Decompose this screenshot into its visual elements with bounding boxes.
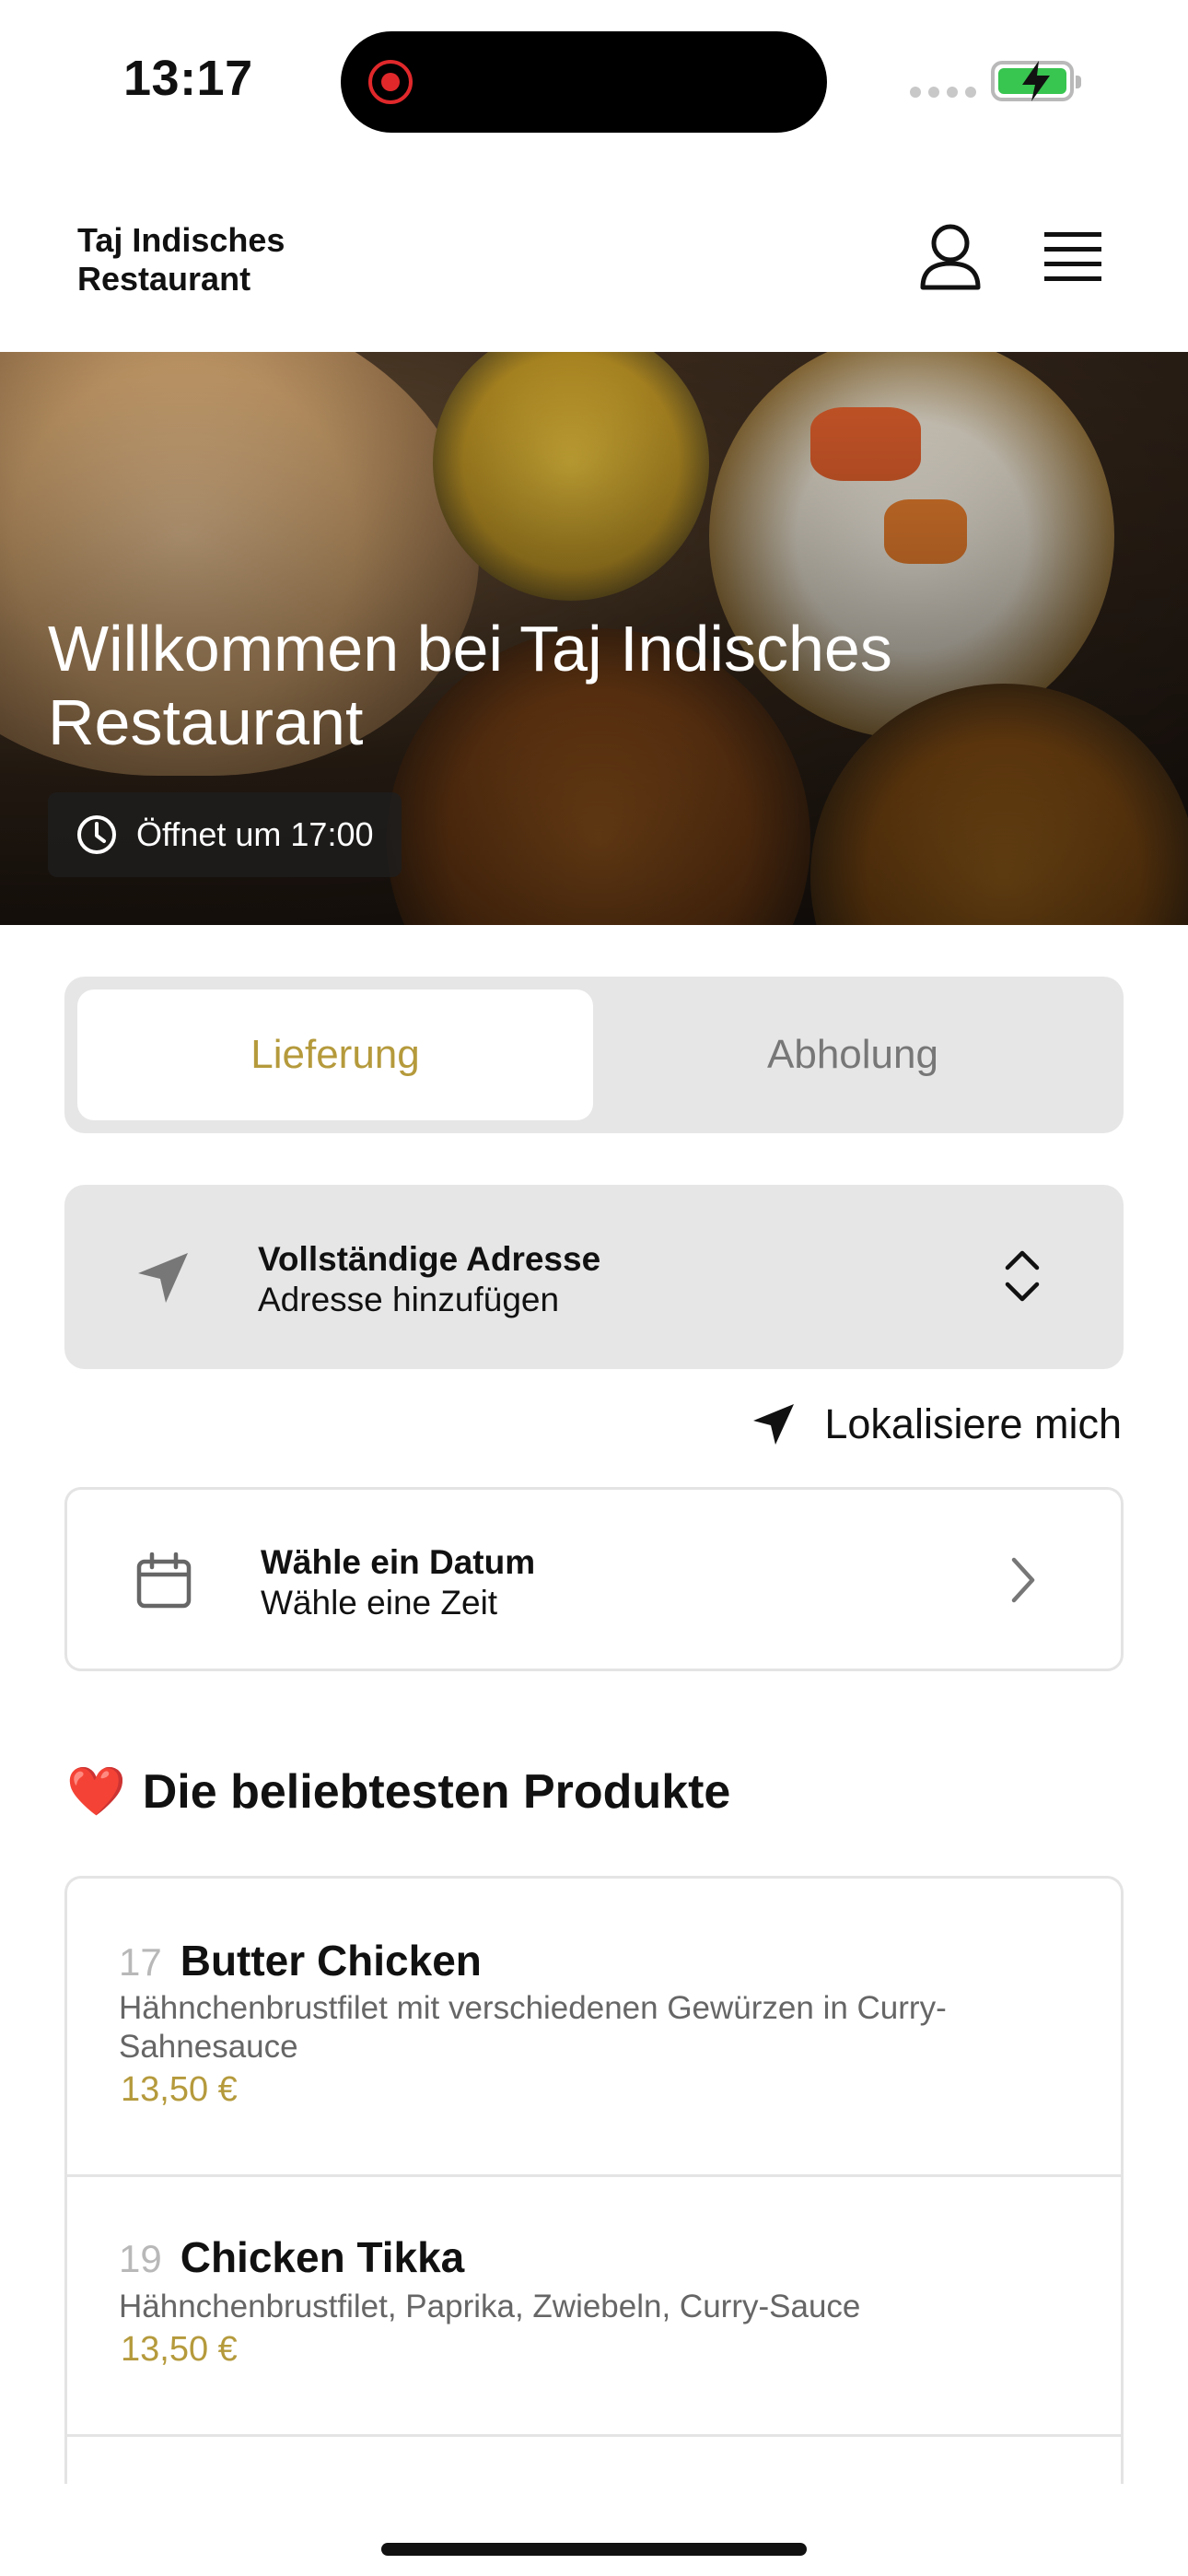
tab-delivery[interactable]: Lieferung (77, 989, 593, 1120)
opening-hours-badge: Öffnet um 17:00 (48, 792, 402, 877)
product-name: Chicken Tikka (180, 2233, 465, 2281)
opening-hours-text: Öffnet um 17:00 (136, 815, 374, 853)
product-price: 13,50 € (121, 2070, 238, 2109)
date-title: Wähle ein Datum (261, 1543, 536, 1581)
hero-banner: Willkommen bei Taj Indisches Restaurant … (0, 352, 1188, 925)
product-description: Hähnchenbrustfilet mit verschiedenen Gew… (119, 1990, 947, 2065)
battery-charging-icon (991, 61, 1081, 101)
time-subtitle: Wähle eine Zeit (261, 1584, 498, 1622)
address-subtitle: Adresse hinzufügen (258, 1281, 560, 1318)
tab-pickup[interactable]: Abholung (595, 989, 1111, 1120)
product-number: 19 (119, 2237, 162, 2280)
product-item[interactable]: 17 Butter Chicken Hähnchenbrustfilet mit… (67, 1879, 1121, 2177)
order-mode-switch: Lieferung Abholung (64, 977, 1124, 1133)
date-time-selector[interactable]: Wähle ein Datum Wähle eine Zeit (64, 1487, 1124, 1671)
product-name: Butter Chicken (180, 1937, 482, 1985)
address-title: Vollständige Adresse (258, 1240, 601, 1278)
restaurant-brand[interactable]: Taj Indisches Restaurant (77, 221, 354, 299)
locate-me-label: Lokalisiere mich (824, 1400, 1122, 1447)
status-time: 13:17 (123, 51, 253, 106)
address-selector[interactable]: Vollständige Adresse Adresse hinzufügen (64, 1185, 1124, 1369)
signal-icon (910, 87, 976, 98)
heart-emoji-icon: ❤️ (66, 1765, 126, 1819)
clock-icon (77, 815, 116, 854)
product-number: 17 (119, 1940, 162, 1984)
profile-button[interactable] (917, 221, 984, 295)
menu-button[interactable] (1041, 228, 1105, 286)
calendar-icon (136, 1552, 192, 1609)
location-arrow-icon (138, 1253, 188, 1303)
recording-indicator-icon (368, 60, 413, 104)
hero-title: Willkommen bei Taj Indisches Restaurant (48, 613, 892, 758)
chevron-up-down-icon (1005, 1250, 1040, 1302)
home-indicator (381, 2543, 807, 2556)
chevron-right-icon (1011, 1557, 1035, 1603)
locate-me-button[interactable]: Lokalisiere mich (751, 1400, 1122, 1448)
user-icon (920, 224, 981, 290)
product-item[interactable]: 19 Chicken Tikka Hähnchenbrustfilet, Pap… (67, 2177, 1121, 2437)
hamburger-menu-icon (1044, 232, 1101, 281)
product-description: Hähnchenbrustfilet, Paprika, Zwiebeln, C… (119, 2289, 861, 2324)
dynamic-island (341, 31, 827, 133)
product-price: 13,50 € (121, 2330, 238, 2369)
popular-products-heading: ❤️ Die beliebtesten Produkte (66, 1763, 730, 1820)
popular-products-title: Die beliebtesten Produkte (142, 1764, 731, 1819)
popular-products-list: 17 Butter Chicken Hähnchenbrustfilet mit… (64, 1876, 1124, 2484)
location-arrow-icon (753, 1404, 795, 1445)
